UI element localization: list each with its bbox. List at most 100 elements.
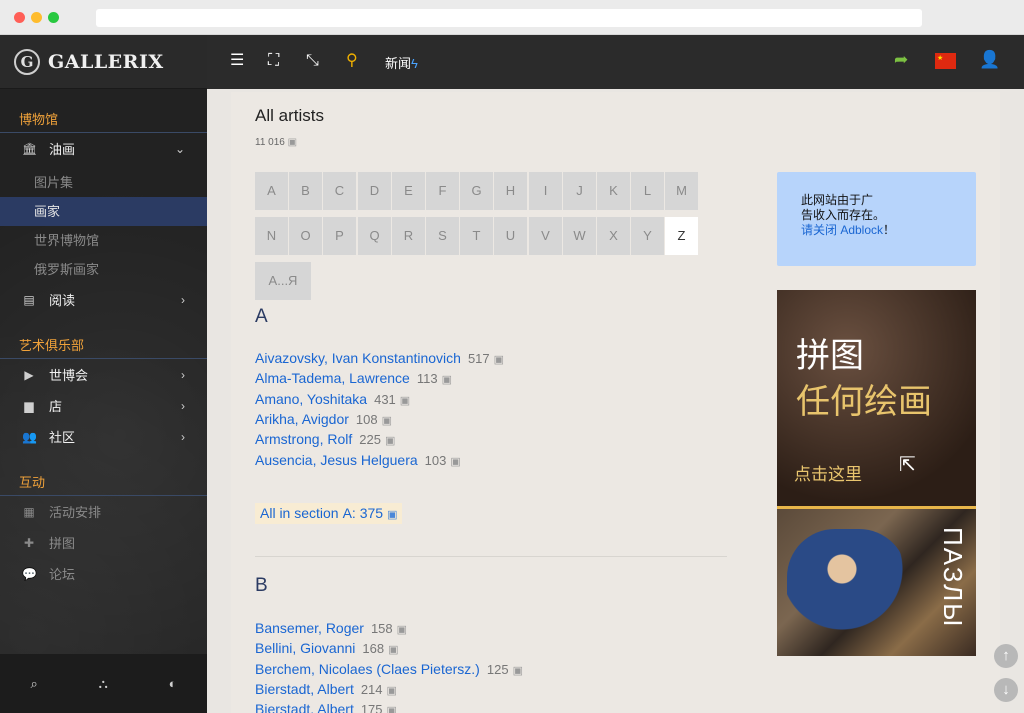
artist-link[interactable]: Alma-Tadema, Lawrence [255,370,410,386]
address-bar[interactable] [96,9,922,27]
puzzle-icon: ✚ [23,535,35,550]
maximize-window-button[interactable] [48,12,59,23]
letter-filter-button[interactable]: C [323,172,356,210]
sidebar-footer: ⌕ ⛬ ◐ [0,654,207,713]
letter-filter-button[interactable]: X [597,217,630,255]
letter-filter-button[interactable]: U [494,217,527,255]
fullscreen-icon[interactable]: ⛶ [268,51,279,71]
menu-icon[interactable]: ☰ [230,51,244,71]
letter-filter-button[interactable]: Q [358,217,391,255]
sitemap-icon[interactable]: ⛬ [99,676,108,692]
total-count: 11 016 ▣ [255,137,297,148]
total-count-value: 11 016 [255,137,285,148]
letter-filter-button[interactable]: G [460,172,493,210]
letter-filter-button[interactable]: L [631,172,664,210]
letter-filter-button[interactable]: F [426,172,459,210]
images-icon: ▣ [493,354,505,366]
letter-filter-button[interactable]: H [494,172,527,210]
letter-filter-button[interactable]: M [665,172,698,210]
banner-side-text: ПАЗЛЫ [938,527,968,629]
scroll-up-button[interactable]: ↑ [994,644,1018,668]
sidebar-subitem-world-museums[interactable]: 世界博物馆 [0,226,207,255]
adblock-after: ！ [883,223,896,237]
artist-link[interactable]: Bansemer, Roger [255,620,364,636]
sidebar-subitem-artists[interactable]: 画家 [0,197,207,226]
banner-cta[interactable]: 点击这里 [794,460,862,485]
section-letter-heading: B [255,575,268,596]
section-divider [255,556,727,557]
letter-filter-button[interactable]: A [255,172,288,210]
adblock-link[interactable]: 请关闭 Adblock [801,223,883,237]
letter-filter-button[interactable]: O [289,217,322,255]
sidebar-item-expo[interactable]: ▶ 世博会 › [0,359,207,390]
letter-filter-button[interactable]: P [323,217,356,255]
sidebar-item-puzzle[interactable]: ✚ 拼图 [0,527,207,558]
letter-filter-button[interactable]: Z [665,217,698,255]
sidebar-item-events[interactable]: ▦ 活动安排 [0,496,207,527]
play-icon: ▶ [24,367,34,382]
letter-filter-button[interactable]: А...Я [255,262,311,300]
scroll-down-button[interactable]: ↓ [994,678,1018,702]
artist-list-item: Bansemer, Roger 158 ▣ [255,620,407,636]
images-icon: ▣ [388,644,399,657]
sidebar-item-reading[interactable]: ▤ 阅读 › [0,284,207,315]
artist-list-item: Arikha, Avigdor 108 ▣ [255,411,392,427]
page-title: All artists [255,106,324,125]
banner-line-2: 任何绘画 [796,383,932,421]
artist-link[interactable]: Aivazovsky, Ivan Konstantinovich [255,350,461,366]
artist-link[interactable]: Ausencia, Jesus Helguera [255,452,418,468]
artist-link[interactable]: Amano, Yoshitaka [255,391,367,407]
artist-link[interactable]: Arikha, Avigdor [255,411,349,427]
letter-filter-button[interactable]: W [563,217,596,255]
letter-filter-button[interactable]: K [597,172,630,210]
letter-filter-button[interactable]: N [255,217,288,255]
puzzle-banner[interactable]: 拼图 任何绘画 点击这里 ⇱ ПАЗЛЫ [777,290,976,656]
sidebar-item-paintings[interactable]: 🏛 油画 ⌄ [0,133,207,164]
china-flag-icon[interactable]: ★ [935,53,956,69]
artist-link[interactable]: Armstrong, Rolf [255,431,352,447]
letter-filter-button[interactable]: R [392,217,425,255]
all-in-section-link[interactable]: All in section A: 375 ▣ [255,503,403,524]
all-in-section-value: A: 375 [342,505,384,521]
contrast-icon[interactable]: ◐ [169,676,177,691]
news-link[interactable]: 新闻ϟ [385,53,418,72]
artist-link[interactable]: Bierstadt, Albert [255,701,354,713]
artist-image-count: 175 [360,702,383,713]
minimize-window-button[interactable] [31,12,42,23]
all-in-section-label: All in section [260,505,339,521]
logo[interactable]: G GALLERIX [0,35,207,89]
artist-list-item: Aivazovsky, Ivan Konstantinovich 517 ▣ [255,350,504,366]
adblock-line-2: 告收入而存在。 [801,208,886,222]
chevron-right-icon: › [181,292,185,307]
letter-filter-button[interactable]: J [563,172,596,210]
artist-link[interactable]: Berchem, Nicolaes (Claes Pietersz.) [255,661,480,677]
letter-filter-button[interactable]: I [529,172,562,210]
letter-filter-button[interactable]: V [529,217,562,255]
sidebar-item-label: 阅读 [49,293,76,308]
logo-mark: G [14,48,40,75]
sidebar-item-forum[interactable]: 💬 论坛 [0,558,207,589]
search-icon[interactable]: ⌕ [30,676,37,692]
book-icon: ▤ [23,292,35,307]
sidebar-item-shop[interactable]: ▆ 店 › [0,390,207,421]
section-heading-museum: 博物馆 [0,107,207,133]
sidebar-item-community[interactable]: 👥 社区 › [0,421,207,452]
letter-filter-button[interactable]: D [358,172,391,210]
letter-filter-button[interactable]: B [289,172,322,210]
chevron-right-icon: › [181,367,185,382]
collapse-icon[interactable]: ⤡ [306,51,319,71]
letter-filter-button[interactable]: S [426,217,459,255]
close-window-button[interactable] [14,12,25,23]
share-icon[interactable]: ➦ [894,50,908,70]
user-icon[interactable]: 👤 [979,50,1000,70]
letter-filter-button[interactable]: E [392,172,425,210]
artist-link[interactable]: Bierstadt, Albert [255,681,354,697]
sidebar-subitem-russian-artists[interactable]: 俄罗斯画家 [0,255,207,284]
artist-link[interactable]: Bellini, Giovanni [255,640,355,656]
sidebar-subitem-gallery[interactable]: 图片集 [0,168,207,197]
letter-filter-button[interactable]: Y [631,217,664,255]
chevron-right-icon: › [181,398,185,413]
images-icon: ▣ [399,394,411,407]
letter-filter-button[interactable]: T [460,217,493,255]
search-icon[interactable]: ⚲ [346,51,358,71]
